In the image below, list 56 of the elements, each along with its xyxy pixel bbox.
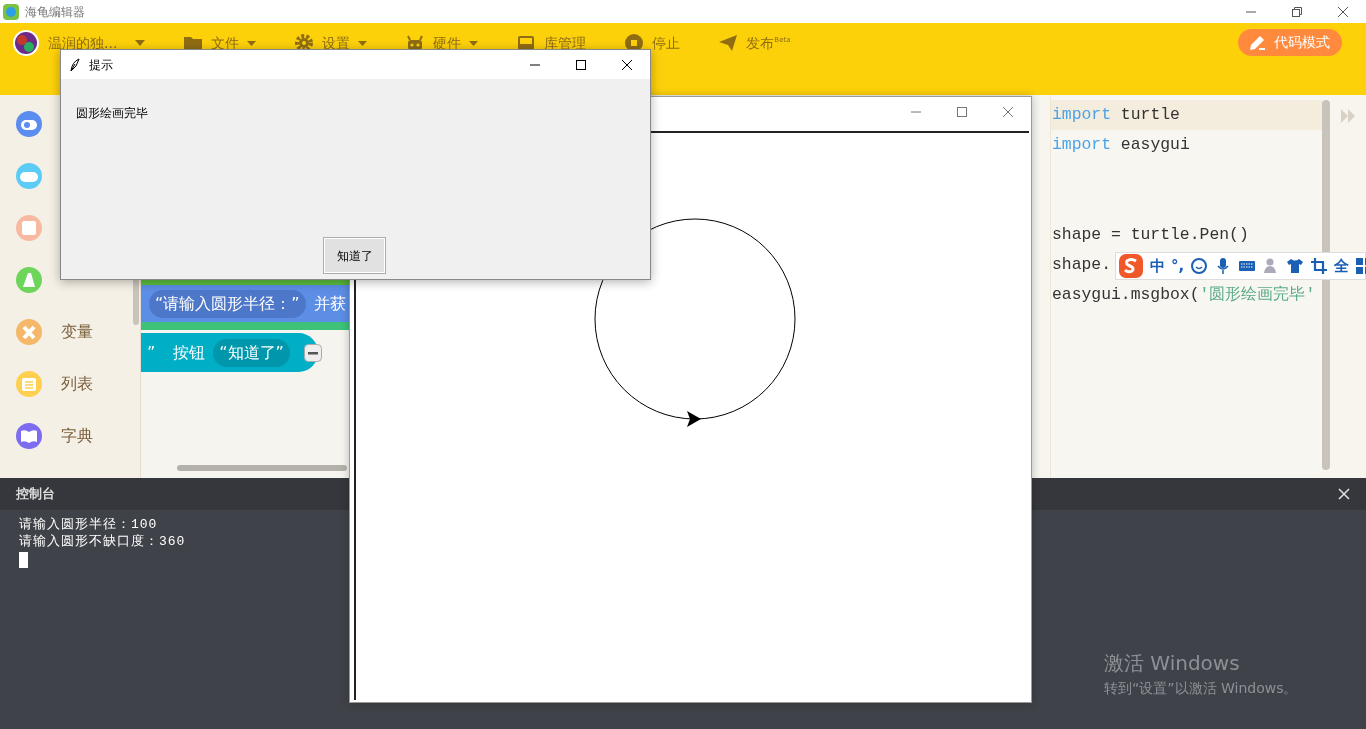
close-icon	[1337, 5, 1349, 18]
code-line: shape.	[1052, 255, 1112, 274]
send-icon	[718, 33, 739, 53]
console-title: 控制台	[16, 485, 55, 504]
scrollbar-thumb[interactable]	[1322, 100, 1330, 470]
dialog-title: 提示	[89, 56, 113, 74]
block-text: 按钮	[173, 341, 206, 364]
close-icon[interactable]	[1338, 488, 1350, 500]
shirt-icon[interactable]	[1286, 257, 1305, 275]
category-icon[interactable]	[16, 163, 42, 189]
category-label[interactable]: 字典	[61, 424, 93, 448]
maximize-icon	[575, 58, 587, 71]
category-label[interactable]: 列表	[61, 372, 93, 396]
smiley-icon[interactable]	[1190, 257, 1209, 275]
code-line: import easygui	[1052, 135, 1190, 154]
close-icon	[621, 58, 633, 71]
ime-button[interactable]: 全	[1334, 258, 1350, 274]
avatar-circle[interactable]	[12, 29, 40, 57]
crop-icon[interactable]	[1310, 257, 1329, 275]
console-line: 请输入圆形不缺口度：360	[19, 533, 187, 550]
category-icon[interactable]	[16, 423, 42, 449]
ime-logo-icon[interactable]	[1118, 253, 1144, 279]
code-block[interactable]: “请输入圆形半径：” 并获	[141, 285, 351, 322]
category-label[interactable]: 变量	[61, 320, 93, 344]
activation-title: 激活 Windows	[1104, 650, 1241, 677]
ime-button[interactable]: 中	[1150, 258, 1165, 274]
feather-icon	[69, 57, 81, 72]
menu-item[interactable]: 发布$^{Beta}$	[718, 32, 791, 54]
code-line: easygui.msgbox('圆形绘画完毕'	[1052, 285, 1316, 304]
activation-text: 转到“设置”以激活 Windows。	[1104, 679, 1298, 698]
category-icon[interactable]	[16, 215, 42, 241]
menu-item[interactable]: 设置	[294, 32, 368, 54]
text-cursor	[19, 552, 28, 568]
block-text: ”	[147, 341, 156, 364]
minus-icon[interactable]	[303, 343, 322, 362]
scrollbar-thumb[interactable]	[177, 465, 347, 471]
caret-icon	[135, 40, 146, 46]
close-icon	[1002, 106, 1014, 118]
category-icon[interactable]	[16, 267, 42, 293]
ime-button[interactable]: °,	[1171, 258, 1185, 274]
restore-icon	[1291, 5, 1303, 18]
string-input[interactable]: “知道了”	[213, 338, 290, 367]
ok-button[interactable]: 知道了	[323, 237, 386, 274]
code-mode-button[interactable]: 代码模式	[1238, 29, 1342, 56]
window-title: 海龟编辑器	[25, 3, 85, 21]
code-line: shape = turtle.Pen()	[1052, 225, 1249, 244]
maximize-icon	[956, 106, 968, 118]
category-icon[interactable]	[16, 319, 42, 345]
block-text: 并获	[313, 292, 346, 315]
string-input[interactable]: “请输入圆形半径：”	[149, 289, 306, 318]
app-logo-icon	[2, 2, 20, 21]
console-line: 请输入圆形半径：100	[19, 516, 159, 533]
category-icon[interactable]	[16, 111, 42, 137]
code-line: import turtle	[1052, 105, 1180, 124]
dialog-message: 圆形绘画完毕	[76, 105, 148, 122]
pencil-icon	[1248, 33, 1266, 52]
